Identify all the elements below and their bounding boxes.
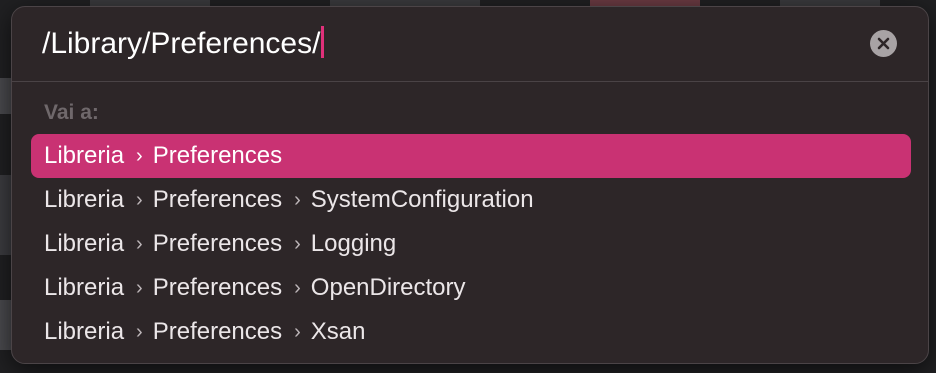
path-segment: OpenDirectory (310, 274, 466, 301)
results-list: Libreria › Preferences Libreria › Preferences… (31, 134, 911, 354)
path-segment: SystemConfiguration (310, 186, 534, 213)
result-item[interactable]: Libreria › Preferences (31, 134, 911, 178)
path-segment: Libreria (44, 230, 125, 257)
chevron-right-icon: › (294, 189, 301, 211)
path-segment: Preferences (152, 274, 283, 301)
result-item[interactable]: Libreria › Preferences › OpenDirectory (31, 266, 911, 310)
clear-button[interactable] (870, 30, 897, 57)
path-segment: Libreria (44, 274, 125, 301)
go-to-folder-panel: /Library/Preferences/ Vai a: Libreria › Pr… (11, 6, 929, 364)
path-segment: Xsan (310, 318, 366, 345)
chevron-right-icon: › (294, 277, 301, 299)
chevron-right-icon: › (136, 233, 143, 255)
chevron-right-icon: › (136, 189, 143, 211)
path-segment: Preferences (152, 186, 283, 213)
path-segment: Libreria (44, 142, 125, 169)
chevron-right-icon: › (136, 321, 143, 343)
result-item[interactable]: Libreria › Preferences › Xsan (31, 310, 911, 354)
result-item[interactable]: Libreria › Preferences › SystemConfiguration (31, 178, 911, 222)
search-row: /Library/Preferences/ (12, 7, 928, 81)
path-segment: Preferences (152, 318, 283, 345)
section-label: Vai a: (44, 101, 99, 124)
chevron-right-icon: › (294, 233, 301, 255)
text-caret (321, 26, 325, 58)
backdrop-thumbnail (0, 300, 11, 350)
path-segment: Libreria (44, 318, 125, 345)
backdrop-thumbnail (0, 78, 11, 114)
path-segment: Preferences (152, 230, 283, 257)
result-item[interactable]: Libreria › Preferences › Logging (31, 222, 911, 266)
path-segment: Logging (310, 230, 397, 257)
chevron-right-icon: › (136, 277, 143, 299)
path-segment: Preferences (152, 142, 283, 169)
close-icon (877, 37, 890, 50)
path-segment: Libreria (44, 186, 125, 213)
path-input[interactable]: /Library/Preferences/ (42, 24, 822, 64)
divider (12, 81, 928, 82)
backdrop-thumbnail (0, 175, 11, 255)
chevron-right-icon: › (294, 321, 301, 343)
chevron-right-icon: › (136, 145, 143, 167)
path-input-text: /Library/Preferences/ (42, 27, 321, 60)
